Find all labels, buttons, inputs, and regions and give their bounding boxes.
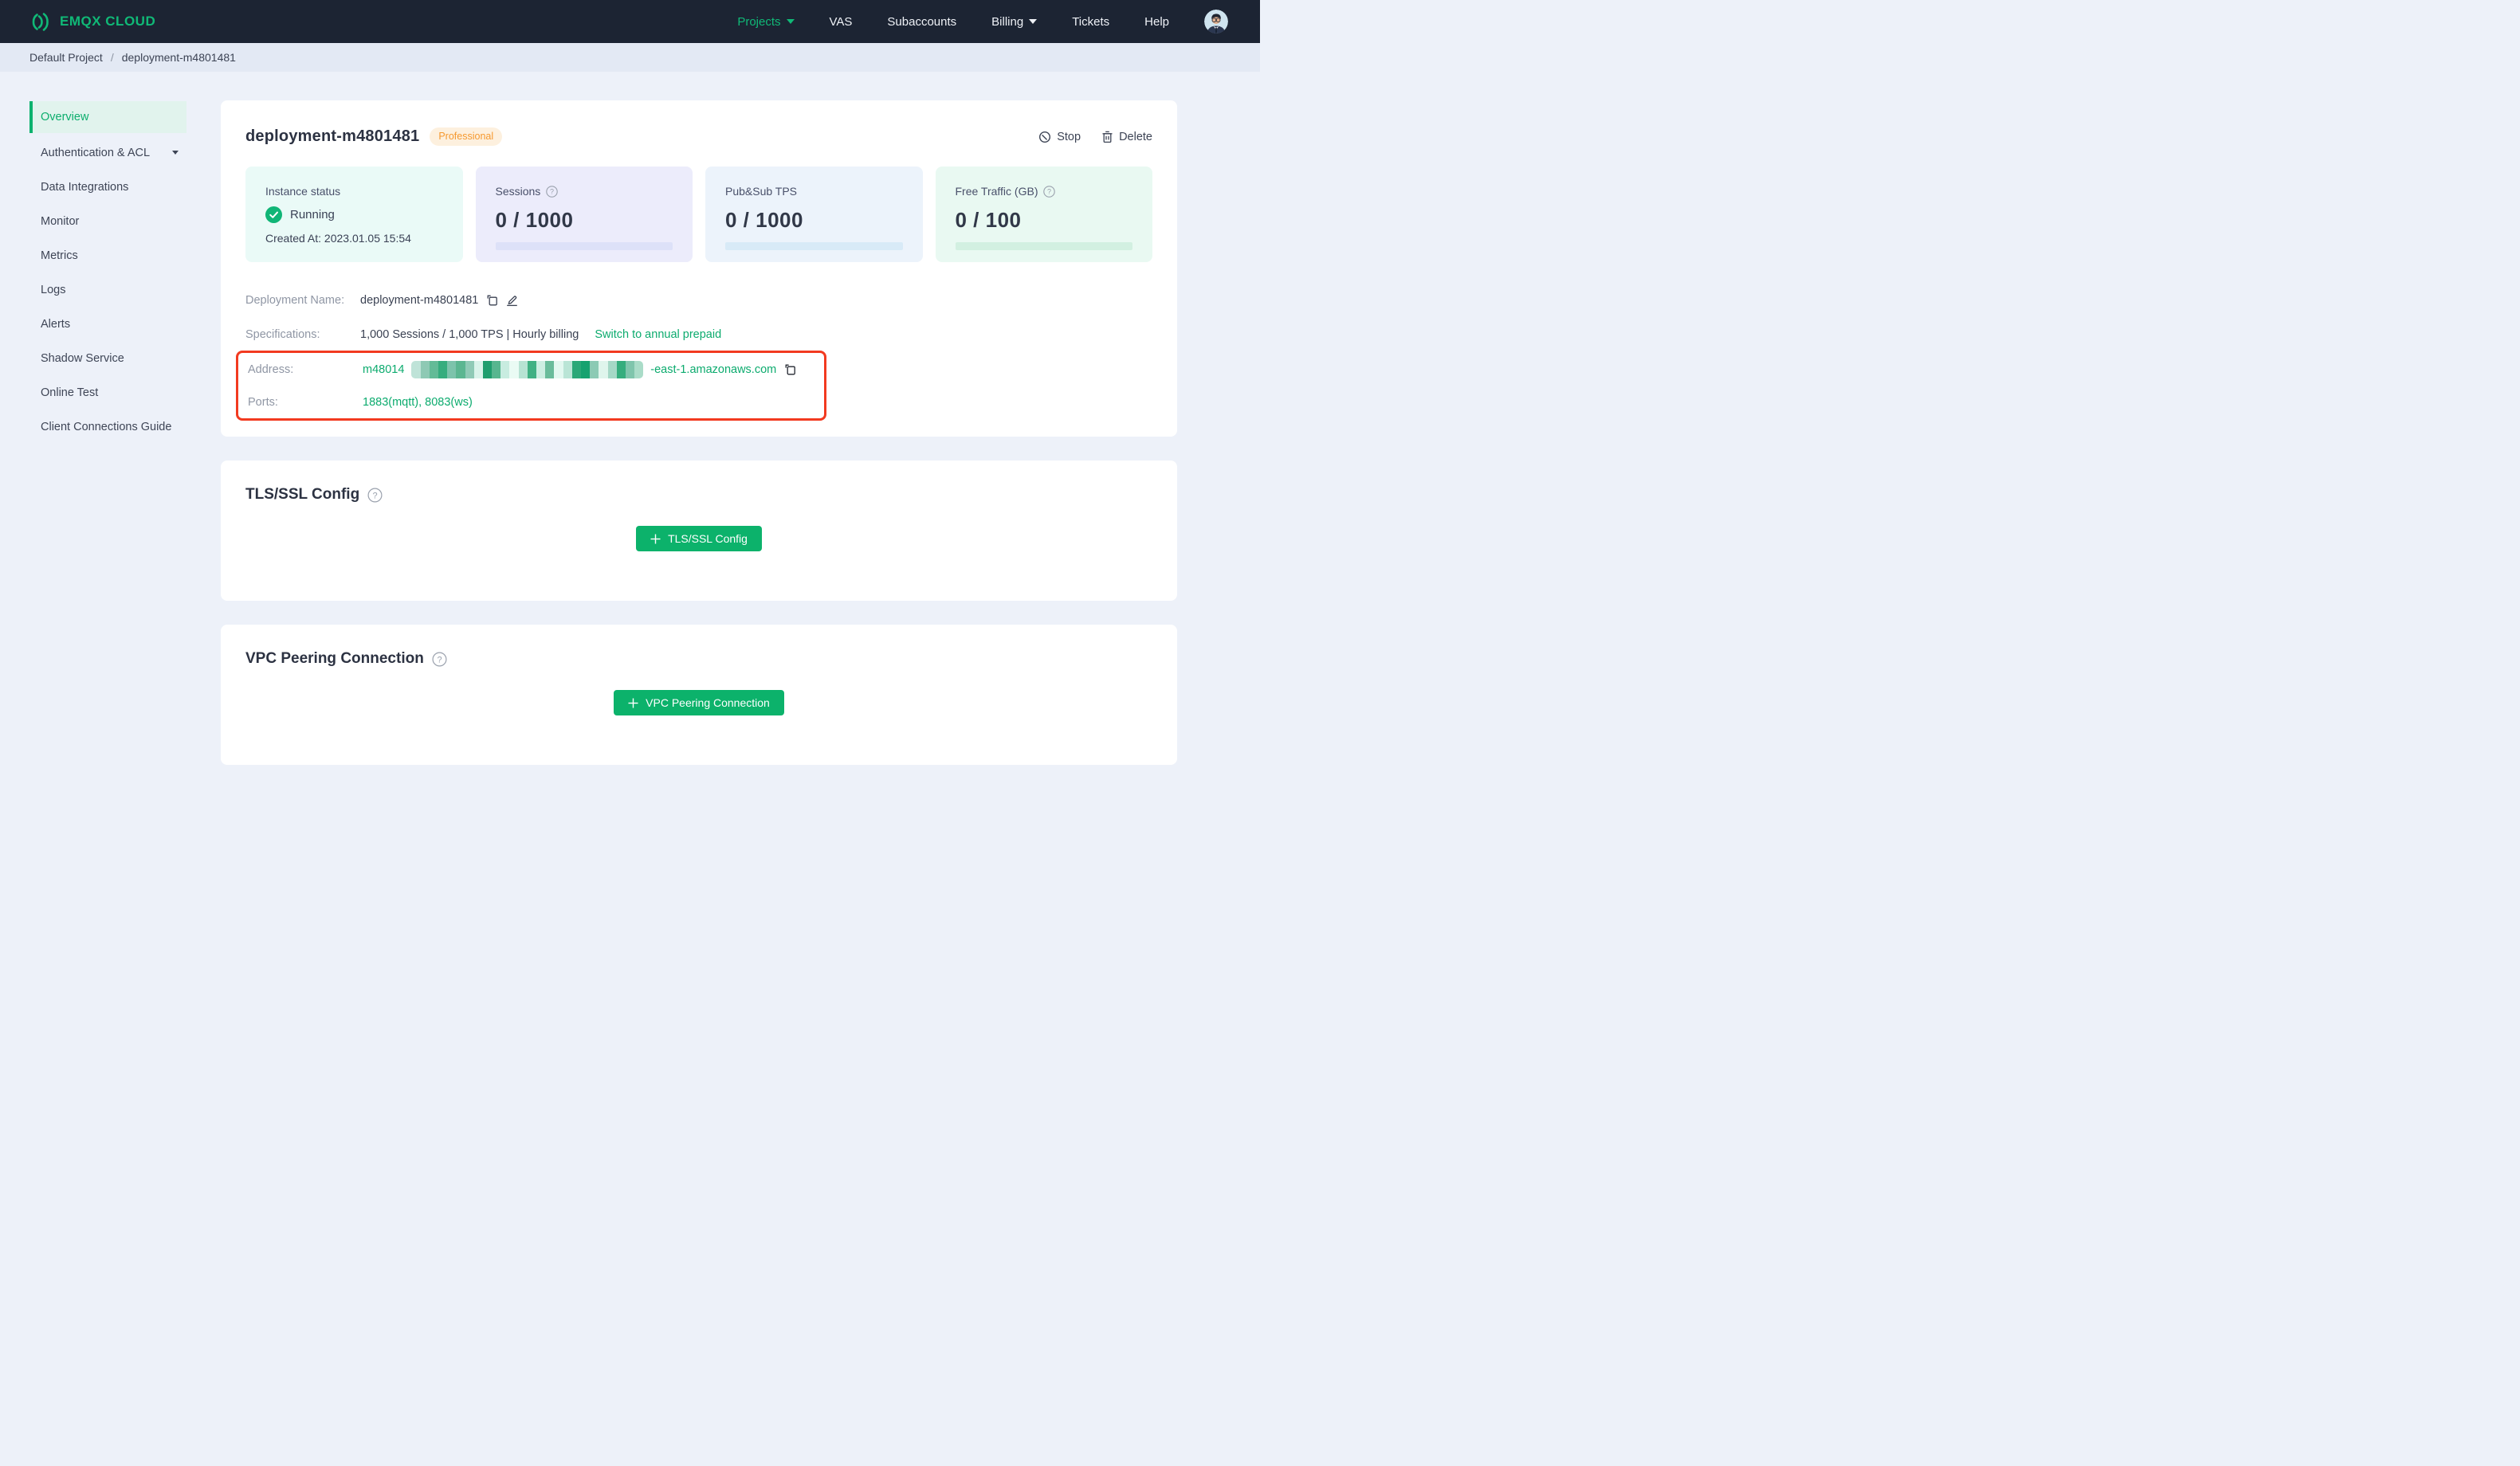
tps-value: 0 / 1000 — [725, 208, 803, 232]
deployment-overview-card: deployment-m4801481 Professional Stop De… — [221, 100, 1177, 437]
instance-status-card: Instance status Running Created At: 2023… — [245, 167, 463, 262]
ports-row: Ports: 1883(mqtt), 8083(ws) — [248, 395, 473, 409]
deployment-title: deployment-m4801481 — [245, 127, 420, 145]
copy-icon[interactable] — [783, 363, 796, 376]
nav-help[interactable]: Help — [1144, 15, 1169, 29]
plus-icon — [628, 698, 638, 708]
traffic-value: 0 / 100 — [955, 208, 1022, 232]
specifications-value: 1,000 Sessions / 1,000 TPS | Hourly bill… — [360, 327, 579, 341]
address-redaction — [411, 360, 644, 378]
delete-button[interactable]: Delete — [1101, 131, 1152, 143]
emqx-brand[interactable]: EMQX CLOUD — [29, 11, 155, 33]
stop-button[interactable]: Stop — [1038, 131, 1081, 143]
top-navbar: EMQX CLOUD Projects VAS Subaccounts Bill… — [0, 0, 1260, 43]
sidebar-item-client-connections-guide[interactable]: Client Connections Guide — [29, 410, 186, 444]
brand-name: EMQX CLOUD — [60, 14, 156, 29]
sidebar-item-online-test[interactable]: Online Test — [29, 375, 186, 410]
tls-ssl-section: TLS/SSL Config ? TLS/SSL Config — [221, 461, 1177, 601]
plan-badge: Professional — [430, 127, 503, 146]
main-content: deployment-m4801481 Professional Stop De… — [221, 100, 1177, 765]
chevron-down-icon — [172, 151, 179, 155]
specifications-row: Specifications: 1,000 Sessions / 1,000 T… — [245, 327, 722, 341]
edit-icon[interactable] — [505, 293, 519, 307]
sessions-progressbar — [495, 242, 673, 250]
emqx-logo-icon — [29, 11, 51, 33]
vpc-peering-section: VPC Peering Connection ? VPC Peering Con… — [221, 625, 1177, 765]
tps-progressbar — [725, 242, 903, 250]
ports-value: 1883(mqtt), 8083(ws) — [363, 395, 473, 409]
stop-icon — [1038, 131, 1051, 143]
help-icon[interactable]: ? — [432, 652, 447, 667]
sidebar: Overview Authentication & ACL Data Integ… — [29, 101, 186, 444]
sidebar-item-authentication-acl[interactable]: Authentication & ACL — [29, 135, 186, 170]
address-row: Address: m48014 -east-1.amazonaws.com — [248, 353, 824, 386]
address-suffix: -east-1.amazonaws.com — [650, 363, 777, 376]
sidebar-item-overview[interactable]: Overview — [29, 101, 186, 133]
traffic-progressbar — [955, 242, 1132, 250]
free-traffic-card: Free Traffic (GB) ? 0 / 100 — [935, 167, 1152, 262]
help-icon[interactable]: ? — [367, 488, 383, 503]
svg-text:?: ? — [437, 655, 442, 664]
address-prefix: m48014 — [363, 363, 405, 376]
sessions-card: Sessions ? 0 / 1000 — [475, 167, 693, 262]
breadcrumb: Default Project / deployment-m4801481 — [0, 43, 1260, 72]
top-nav-menu: Projects VAS Subaccounts Billing Tickets… — [737, 10, 1228, 33]
chevron-down-icon — [786, 19, 795, 24]
nav-vas[interactable]: VAS — [830, 15, 853, 29]
breadcrumb-separator: / — [110, 51, 114, 64]
copy-icon[interactable] — [485, 294, 498, 307]
sidebar-item-shadow-service[interactable]: Shadow Service — [29, 341, 186, 375]
svg-text:?: ? — [1047, 187, 1051, 195]
sidebar-item-metrics[interactable]: Metrics — [29, 238, 186, 272]
help-icon[interactable]: ? — [1043, 185, 1056, 198]
svg-text:?: ? — [550, 187, 554, 195]
svg-text:?: ? — [373, 491, 378, 500]
sidebar-item-alerts[interactable]: Alerts — [29, 307, 186, 341]
help-icon[interactable]: ? — [546, 185, 559, 198]
vpc-peering-title: VPC Peering Connection — [245, 650, 424, 667]
nav-tickets[interactable]: Tickets — [1072, 15, 1109, 29]
chevron-down-icon — [1029, 19, 1038, 24]
annotation-highlight-box: Address: m48014 -east-1.amazonaws.com Po… — [236, 351, 826, 421]
nav-subaccounts[interactable]: Subaccounts — [887, 15, 956, 29]
created-at: Created At: 2023.01.05 15:54 — [265, 232, 411, 245]
stat-cards: Instance status Running Created At: 2023… — [245, 167, 1152, 262]
user-avatar[interactable] — [1204, 10, 1228, 33]
add-tls-ssl-config-button[interactable]: TLS/SSL Config — [636, 526, 762, 551]
nav-billing[interactable]: Billing — [991, 15, 1038, 29]
trash-icon — [1101, 131, 1113, 143]
deployment-name-value: deployment-m4801481 — [360, 293, 479, 307]
deployment-name-row: Deployment Name: deployment-m4801481 — [245, 283, 1152, 317]
check-circle-icon — [265, 206, 282, 223]
breadcrumb-deployment: deployment-m4801481 — [121, 51, 236, 64]
switch-annual-prepaid-link[interactable]: Switch to annual prepaid — [595, 328, 721, 341]
breadcrumb-project[interactable]: Default Project — [29, 51, 103, 64]
sessions-value: 0 / 1000 — [495, 208, 574, 232]
sidebar-item-monitor[interactable]: Monitor — [29, 204, 186, 238]
pubsub-tps-card: Pub&Sub TPS 0 / 1000 — [705, 167, 923, 262]
deployment-info: Deployment Name: deployment-m4801481 Spe… — [236, 283, 1152, 421]
nav-projects[interactable]: Projects — [737, 15, 795, 29]
plus-icon — [650, 534, 661, 544]
status-text: Running — [290, 208, 335, 221]
sidebar-item-data-integrations[interactable]: Data Integrations — [29, 170, 186, 204]
sidebar-item-logs[interactable]: Logs — [29, 272, 186, 307]
tls-ssl-title: TLS/SSL Config — [245, 486, 360, 503]
add-vpc-peering-button[interactable]: VPC Peering Connection — [614, 690, 784, 715]
